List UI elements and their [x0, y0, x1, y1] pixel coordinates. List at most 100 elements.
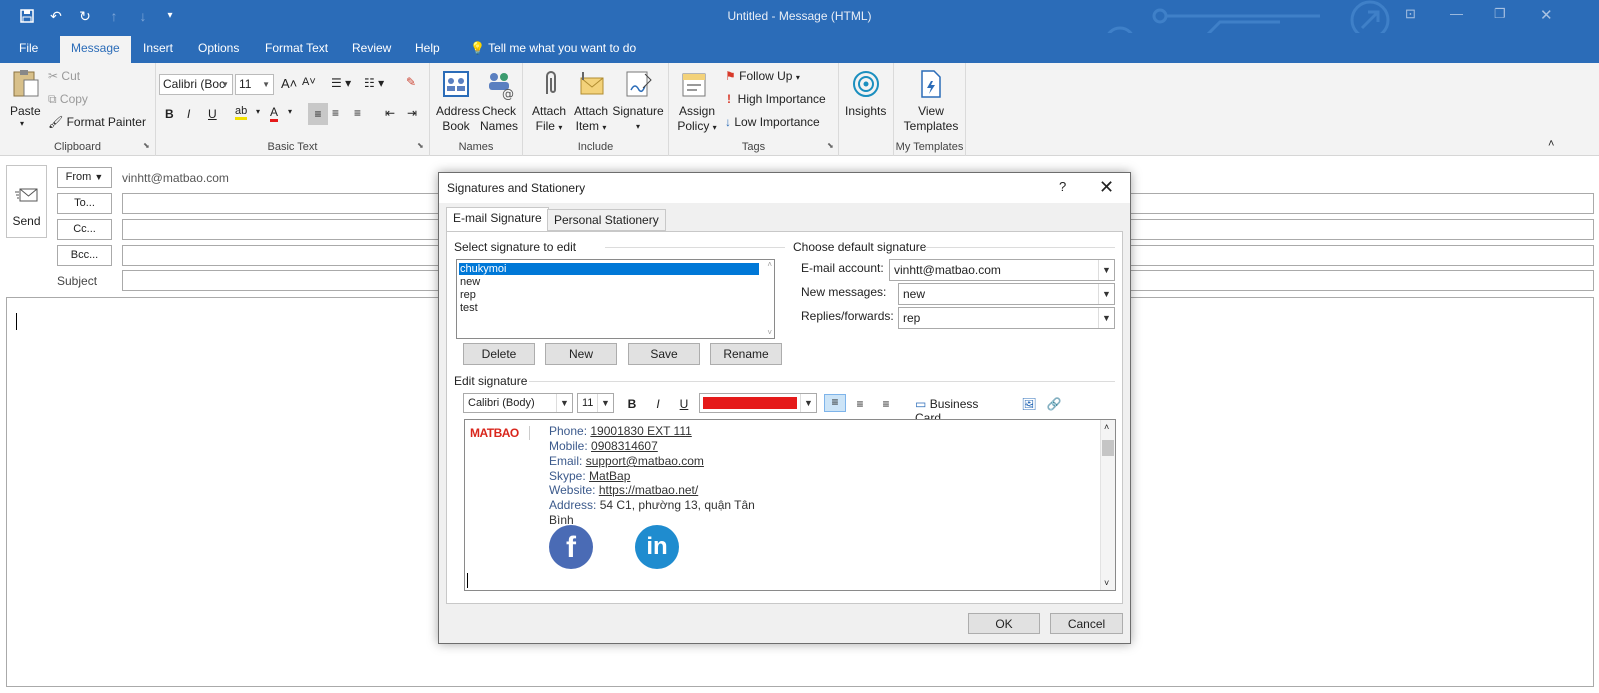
editor-align-center-icon[interactable]: ≡ — [851, 397, 869, 415]
decrease-indent-icon[interactable]: ⇤ — [385, 106, 395, 120]
help-icon[interactable]: ? — [1059, 179, 1066, 194]
copy-button[interactable]: ⧉ Copy — [48, 92, 88, 107]
signature-editor[interactable]: MATBAO Phone: 19001830 EXT 111 Mobile: 0… — [464, 419, 1116, 591]
align-left-icon[interactable]: ≡ — [308, 103, 328, 125]
check-names-button[interactable]: Check Names — [479, 104, 519, 134]
list-item[interactable]: new — [459, 276, 759, 288]
close-icon[interactable]: ✕ — [1099, 177, 1114, 198]
align-center-icon[interactable]: ≡ — [332, 106, 339, 120]
new-messages-select[interactable]: new ▼ — [898, 283, 1115, 305]
new-button[interactable]: New — [545, 343, 617, 365]
email-link[interactable]: support@matbao.com — [586, 454, 704, 468]
format-painter-button[interactable]: 🖌 Format Painter — [48, 115, 146, 129]
editor-scrollbar[interactable]: ˄ ˅ — [1100, 420, 1115, 590]
delete-button[interactable]: Delete — [463, 343, 535, 365]
signature-list[interactable]: chukymoi new rep test ˄ ˅ — [456, 259, 775, 339]
tab-help[interactable]: Help — [411, 39, 444, 63]
address-book-button[interactable]: Address Book — [436, 104, 480, 134]
signature-button[interactable]: Signature ▾ — [612, 104, 664, 134]
shrink-font-icon[interactable]: A˅ — [302, 76, 316, 88]
editor-align-right-icon[interactable]: ≡ — [877, 397, 895, 415]
follow-up-button[interactable]: ⚑ Follow Up ▾ — [725, 69, 800, 83]
bullets-icon[interactable]: ☰ ▾ — [331, 76, 351, 90]
to-button[interactable]: To... — [57, 193, 112, 214]
list-item[interactable]: chukymoi — [459, 263, 759, 275]
list-scroll-down-icon[interactable]: ˅ — [767, 328, 772, 337]
numbering-icon[interactable]: ☷ ▾ — [364, 76, 384, 90]
editor-italic-button[interactable]: I — [651, 397, 665, 415]
editor-underline-button[interactable]: U — [677, 397, 691, 415]
linkedin-icon[interactable]: in — [635, 525, 679, 569]
website-link[interactable]: https://matbao.net/ — [599, 483, 698, 497]
insert-hyperlink-icon[interactable]: 🔗 — [1045, 397, 1063, 415]
editor-bold-button[interactable]: B — [625, 397, 639, 415]
bold-button[interactable]: B — [165, 107, 174, 121]
high-importance-button[interactable]: ! High Importance — [727, 92, 826, 106]
tab-personal-stationery[interactable]: Personal Stationery — [547, 209, 666, 231]
list-item[interactable]: test — [459, 302, 759, 314]
close-window-icon[interactable]: ✕ — [1540, 6, 1553, 24]
scroll-up-icon[interactable]: ˄ — [1104, 422, 1109, 432]
list-item[interactable]: rep — [459, 289, 759, 301]
low-importance-button[interactable]: ↓ Low Importance — [725, 115, 820, 129]
cut-button[interactable]: ✂ Cut — [48, 69, 80, 83]
assign-policy-button[interactable]: Assign Policy ▾ — [675, 104, 719, 135]
highlight-icon[interactable]: ab — [235, 105, 248, 120]
grow-font-icon[interactable]: A˄ — [281, 76, 297, 91]
collapse-ribbon-icon[interactable]: ˄ — [1548, 138, 1554, 150]
email-account-select[interactable]: vinhtt@matbao.com ▼ — [889, 259, 1115, 281]
cancel-button[interactable]: Cancel — [1050, 613, 1123, 634]
tab-file[interactable]: File — [15, 39, 42, 63]
replies-forwards-select[interactable]: rep ▼ — [898, 307, 1115, 329]
from-button[interactable]: From ▼ — [57, 167, 112, 188]
editor-size-select[interactable]: 11 ▼ — [577, 393, 614, 413]
increase-indent-icon[interactable]: ⇥ — [407, 106, 417, 120]
tab-message[interactable]: Message — [60, 36, 131, 63]
align-right-icon[interactable]: ≡ — [354, 106, 361, 120]
attach-item-button[interactable]: Attach Item ▾ — [571, 104, 611, 135]
scroll-down-icon[interactable]: ˅ — [1104, 578, 1109, 588]
skype-link[interactable]: MatBap — [589, 469, 630, 483]
mobile-link[interactable]: 0908314607 — [591, 439, 658, 453]
send-button[interactable]: Send — [6, 165, 47, 238]
list-scroll-up-icon[interactable]: ˄ — [767, 260, 772, 269]
tell-me-box[interactable]: 💡 Tell me what you want to do — [466, 39, 640, 63]
tab-insert[interactable]: Insert — [139, 39, 177, 63]
attach-file-button[interactable]: Attach File ▾ — [531, 104, 567, 135]
ribbon-display-icon[interactable]: ⊡ — [1405, 6, 1416, 22]
restore-icon[interactable]: ❐ — [1494, 6, 1506, 22]
view-templates-button[interactable]: View Templates — [900, 104, 962, 134]
font-color-dropdown-icon[interactable]: ▾ — [288, 107, 292, 116]
tags-launcher-icon[interactable]: ⬊ — [827, 141, 834, 150]
tab-email-signature[interactable]: E-mail Signature — [446, 207, 549, 232]
facebook-icon[interactable]: f — [549, 525, 593, 569]
save-button[interactable]: Save — [628, 343, 700, 365]
scroll-thumb[interactable] — [1102, 440, 1114, 456]
tab-format-text[interactable]: Format Text — [261, 39, 332, 63]
tab-review[interactable]: Review — [348, 39, 395, 63]
paste-button[interactable]: Paste — [10, 104, 41, 118]
tab-options[interactable]: Options — [194, 39, 243, 63]
phone-link[interactable]: 19001830 EXT 111 — [590, 424, 691, 438]
paste-dropdown-icon[interactable]: ▾ — [20, 119, 24, 128]
font-name-combo[interactable]: Calibri (Boc ▼ — [159, 74, 233, 95]
minimize-icon[interactable]: — — [1450, 6, 1463, 21]
bcc-button[interactable]: Bcc... — [57, 245, 112, 266]
insights-button[interactable]: Insights — [845, 104, 886, 118]
business-card-button[interactable]: ▭ Business Card — [915, 397, 1007, 425]
insert-picture-icon[interactable]: 🖼 — [1020, 397, 1038, 415]
font-color-select[interactable]: ▼ — [699, 393, 817, 413]
clear-formatting-icon[interactable]: ✎ — [406, 75, 416, 89]
editor-align-left-icon[interactable]: ≡ — [824, 394, 846, 412]
highlight-dropdown-icon[interactable]: ▾ — [256, 107, 260, 116]
ok-button[interactable]: OK — [968, 613, 1040, 634]
font-size-combo[interactable]: 11 ▼ — [235, 74, 274, 95]
cc-button[interactable]: Cc... — [57, 219, 112, 240]
clipboard-launcher-icon[interactable]: ⬊ — [143, 141, 150, 150]
italic-button[interactable]: I — [187, 107, 190, 121]
font-color-icon[interactable]: A — [270, 105, 279, 122]
underline-button[interactable]: U — [208, 107, 217, 121]
editor-font-select[interactable]: Calibri (Body) ▼ — [463, 393, 573, 413]
rename-button[interactable]: Rename — [710, 343, 782, 365]
basic-text-launcher-icon[interactable]: ⬊ — [417, 141, 424, 150]
